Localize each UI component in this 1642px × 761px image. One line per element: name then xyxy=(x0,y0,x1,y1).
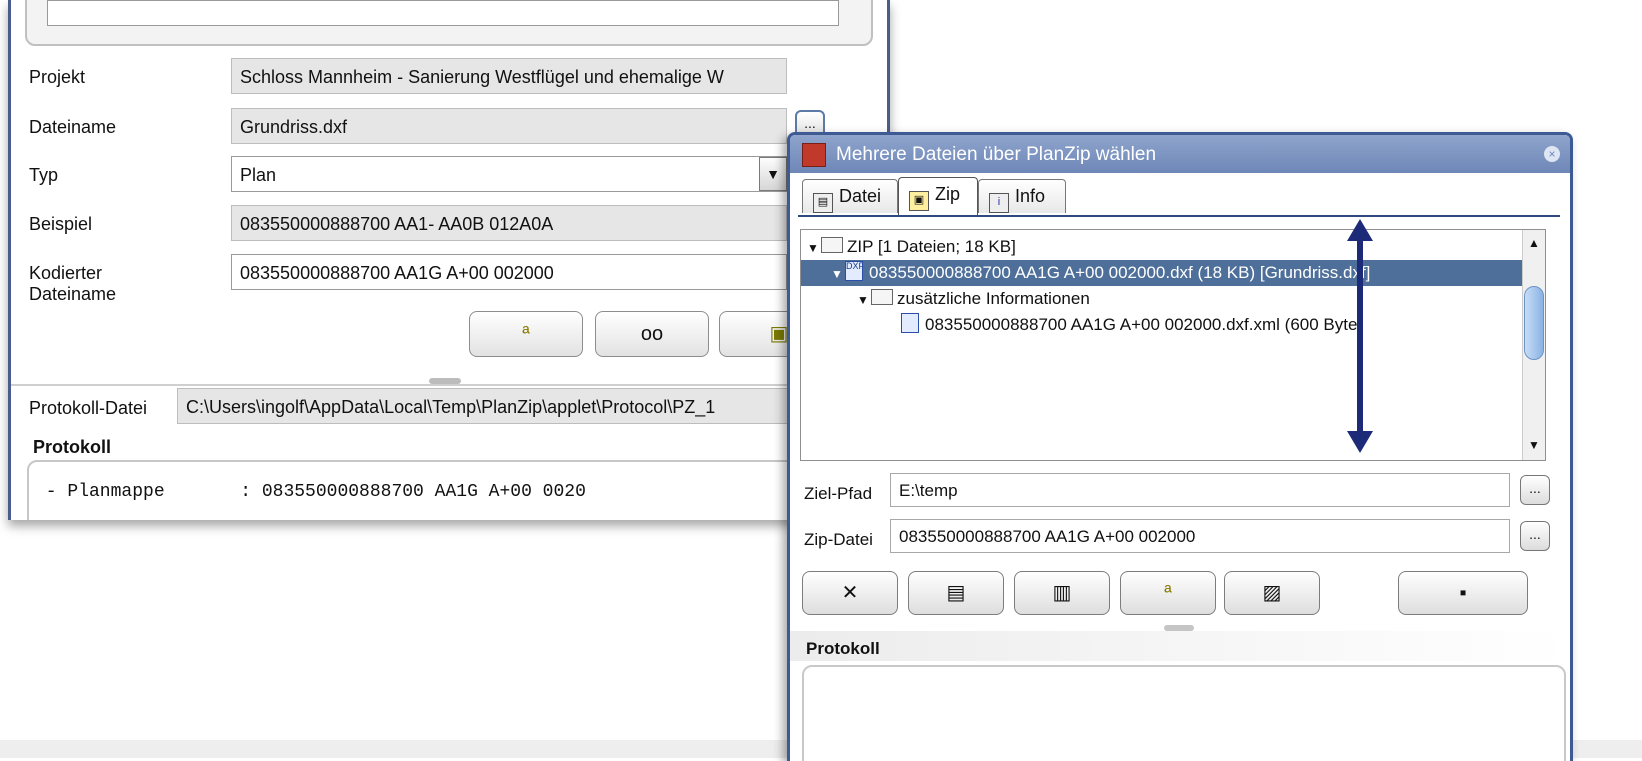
close-icon[interactable]: × xyxy=(1544,146,1560,162)
project-label: Projekt xyxy=(29,67,86,87)
tree-row-root[interactable]: ▼ ZIP [1 Dateien; 18 KB] xyxy=(807,234,1016,260)
rename-icon: ª xyxy=(1164,582,1172,604)
paste-icon: ▤ xyxy=(946,582,966,604)
example-field: 083550000888700 AA1- AA0B 012A0A xyxy=(231,205,787,241)
filename-label: Dateiname xyxy=(29,117,117,137)
encoded-filename-input[interactable]: 083550000888700 AA1G A+00 002000 xyxy=(231,254,787,290)
protocol-area[interactable]: - Planmappe : 083550000888700 AA1G A+00 … xyxy=(27,460,821,520)
zip-file-browse-button[interactable]: ... xyxy=(1520,521,1550,551)
delete-button[interactable]: ✕ xyxy=(802,571,898,615)
splitter-handle[interactable] xyxy=(429,378,461,384)
folder-icon xyxy=(821,237,843,253)
tree-toggle-icon[interactable]: ▼ xyxy=(857,287,871,313)
delete-icon: ✕ xyxy=(841,582,859,604)
scroll-up-icon[interactable]: ▲ xyxy=(1523,232,1545,254)
target-path-label: Ziel-Pfad xyxy=(804,484,873,503)
protocol-text: - Planmappe : 083550000888700 AA1G A+00 … xyxy=(35,482,586,502)
encoded-label: Kodierter Dateiname xyxy=(29,263,117,304)
tree-toggle-icon[interactable]: ▼ xyxy=(831,261,845,287)
rename-button[interactable]: ª xyxy=(1120,571,1216,615)
dxf-file-icon: DXF xyxy=(845,261,863,281)
tab-info-label: Info xyxy=(1015,186,1046,206)
copy-icon: ▥ xyxy=(1052,582,1072,604)
view-icon: ▨ xyxy=(1262,582,1282,604)
save-icon: ▪ xyxy=(1459,582,1467,604)
tree-row-xml-file[interactable]: 083550000888700 AA1G A+00 002000.dxf.xml… xyxy=(901,312,1363,338)
planzip-app-icon xyxy=(802,143,826,167)
zip-file-input[interactable]: 083550000888700 AA1G A+00 002000 xyxy=(890,519,1510,553)
tab-info[interactable]: i Info xyxy=(978,179,1066,213)
dialog-titlebar[interactable]: Mehrere Dateien über PlanZip wählen × xyxy=(790,135,1570,173)
tree-root-label: ZIP [1 Dateien; 18 KB] xyxy=(847,237,1016,256)
tab-zip-label: Zip xyxy=(935,184,961,204)
info-icon: i xyxy=(989,193,1009,213)
scrollbar-thumb[interactable] xyxy=(1524,286,1544,360)
tab-datei[interactable]: ▤ Datei xyxy=(802,179,898,213)
tab-underline xyxy=(798,215,1560,217)
protocol-header xyxy=(790,631,1570,661)
tree-dxf-file-label: 083550000888700 AA1G A+00 002000.dxf (18… xyxy=(869,263,1371,282)
dialog-protocol-title: Protokoll xyxy=(806,639,880,658)
type-select[interactable]: Plan xyxy=(231,156,787,192)
save-button[interactable]: ▪ xyxy=(1398,571,1528,615)
tree-scrollbar[interactable]: ▲ ▼ xyxy=(1522,230,1545,460)
type-label: Typ xyxy=(29,165,59,185)
copy-button[interactable]: ▥ xyxy=(1014,571,1110,615)
tree-xml-file-label: 083550000888700 AA1G A+00 002000.dxf.xml… xyxy=(925,315,1364,334)
protocol-file-field: C:\Users\ingolf\AppData\Local\Temp\PlanZ… xyxy=(177,388,817,424)
zip-file-label: Zip-Datei xyxy=(804,530,873,549)
paste-button[interactable]: ▤ xyxy=(908,571,1004,615)
tab-datei-label: Datei xyxy=(839,186,882,206)
zip-icon: ▣ xyxy=(769,323,789,345)
top-panel-field[interactable] xyxy=(47,0,839,26)
scroll-down-icon[interactable]: ▼ xyxy=(1523,434,1545,456)
planzip-dialog: Mehrere Dateien über PlanZip wählen × ▤ D… xyxy=(787,132,1573,761)
main-window: Projekt Schloss Mannheim - Sanierung Wes… xyxy=(8,0,890,520)
filename-field: Grundriss.dxf xyxy=(231,108,787,144)
example-label: Beispiel xyxy=(29,214,93,234)
tree-row-info-folder[interactable]: ▼ zusätzliche Informationen xyxy=(857,286,1090,312)
dialog-protocol-area[interactable] xyxy=(802,665,1566,761)
protocol-title: Protokoll xyxy=(33,437,112,457)
tree-toggle-icon[interactable]: ▼ xyxy=(807,235,821,261)
dialog-title: Mehrere Dateien über PlanZip wählen xyxy=(836,144,1157,165)
divider xyxy=(11,384,887,386)
view-file-button[interactable]: ▨ xyxy=(1224,571,1320,615)
zip-content-tree[interactable]: ▼ ZIP [1 Dateien; 18 KB] ▼DXF 083550000888… xyxy=(800,229,1546,461)
top-panel xyxy=(25,0,873,46)
zip-icon: ▣ xyxy=(909,191,929,211)
tab-zip[interactable]: ▣ Zip xyxy=(898,177,978,215)
double-arrow-annotation-icon xyxy=(1347,219,1373,453)
rename-button[interactable]: ª xyxy=(469,311,583,357)
chevron-down-icon: ▼ xyxy=(766,166,780,182)
protocol-file-label: Protokoll-Datei xyxy=(29,398,148,418)
target-path-input[interactable]: E:\temp xyxy=(890,473,1510,507)
folder-icon xyxy=(871,289,893,305)
project-field: Schloss Mannheim - Sanierung Westflügel … xyxy=(231,58,787,94)
xml-file-icon xyxy=(901,313,919,333)
glasses-icon: oo xyxy=(640,323,664,345)
tree-row-dxf-file[interactable]: ▼DXF 083550000888700 AA1G A+00 002000.dxf… xyxy=(801,260,1523,286)
tree-info-folder-label: zusätzliche Informationen xyxy=(897,289,1090,308)
view-button[interactable]: oo xyxy=(595,311,709,357)
type-dropdown-button[interactable]: ▼ xyxy=(759,157,787,191)
target-path-browse-button[interactable]: ... xyxy=(1520,475,1550,505)
file-properties-icon: ▤ xyxy=(813,193,833,213)
rename-icon: ª xyxy=(522,323,530,345)
